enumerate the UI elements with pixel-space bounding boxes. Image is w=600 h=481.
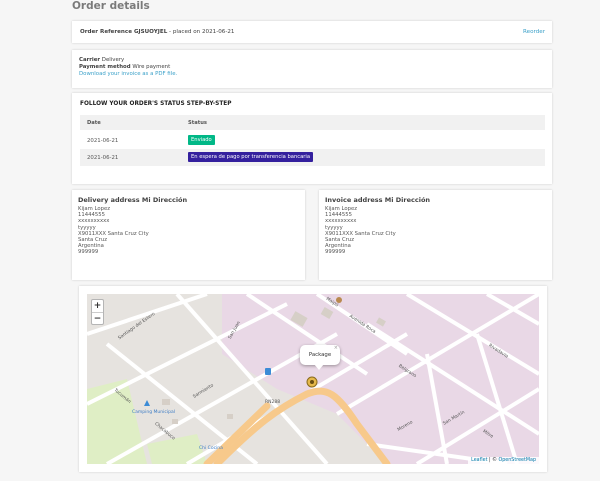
status-badge: Enviado	[188, 135, 215, 145]
status-heading: Follow your order's status step-by-step	[80, 101, 232, 107]
delivery-map[interactable]: Santiago del Estero San Juan Avenida Roc…	[87, 294, 539, 464]
map-popup: Package ×	[300, 345, 340, 365]
order-status-card: Follow your order's status step-by-step …	[72, 93, 552, 184]
popup-label: Package	[308, 352, 332, 358]
package-marker-icon	[306, 376, 318, 388]
delivery-address-title: Delivery address Mi Dirección	[78, 196, 188, 204]
map-tiles	[87, 294, 539, 464]
payment-value: Wire payment	[132, 63, 171, 70]
poi-label: Chi Cocina	[199, 446, 223, 451]
status-date: 2021-06-21	[87, 155, 119, 161]
delivery-address-card: Delivery address Mi Dirección Kijam Lope…	[72, 190, 305, 280]
carrier-value: Delivery	[101, 57, 125, 63]
leaflet-link[interactable]: Leaflet	[471, 458, 487, 463]
order-reference-card: Order Reference GJSUOYJEL - placed on 20…	[72, 21, 552, 43]
table-row: 2021-06-21 Enviado	[80, 132, 545, 149]
status-date: 2021-06-21	[87, 138, 119, 144]
zoom-out-button[interactable]: −	[92, 312, 103, 324]
zoom-control: + −	[91, 299, 104, 325]
poi-label: Camping Municipal	[132, 410, 175, 415]
openstreetmap-link[interactable]: OpenStreetMap	[498, 458, 536, 463]
status-table-header: Date Status	[80, 115, 545, 130]
zoom-in-button[interactable]: +	[92, 300, 103, 312]
attribution-separator: | ©	[487, 458, 499, 463]
reorder-link[interactable]: Reorder	[523, 29, 545, 35]
carrier-label: Carrier	[79, 57, 101, 63]
download-invoice-link[interactable]: Download your invoice as a PDF file.	[79, 71, 545, 78]
order-reference: Order Reference GJSUOYJEL - placed on 20…	[80, 29, 234, 35]
carrier-row: Carrier Delivery	[79, 57, 545, 64]
payment-row: Payment method Wire payment	[79, 64, 545, 71]
column-date: Date	[87, 120, 101, 126]
road-label: RN288	[265, 400, 281, 405]
status-badge: En espera de pago por transferencia banc…	[188, 152, 314, 162]
invoice-address-card: Invoice address Mi Dirección Kijam Lopez…	[319, 190, 552, 280]
payment-label: Payment method	[79, 63, 131, 70]
map-attribution: Leaflet | © OpenStreetMap	[468, 457, 539, 464]
order-placed-date: - placed on 2021-06-21	[167, 29, 235, 35]
address-line: 999999	[78, 249, 99, 256]
close-icon[interactable]: ×	[334, 338, 338, 358]
shipping-payment-card: Carrier Delivery Payment method Wire pay…	[72, 50, 552, 88]
map-card: Santiago del Estero San Juan Avenida Roc…	[79, 286, 547, 472]
popup-tip	[314, 364, 324, 370]
table-row: 2021-06-21 En espera de pago por transfe…	[80, 149, 545, 166]
address-line: 999999	[325, 249, 346, 256]
invoice-address-title: Invoice address Mi Dirección	[325, 196, 431, 204]
order-reference-label: Order Reference GJSUOYJEL	[80, 29, 168, 35]
column-status: Status	[188, 120, 207, 126]
page-title: Order details	[72, 0, 150, 12]
